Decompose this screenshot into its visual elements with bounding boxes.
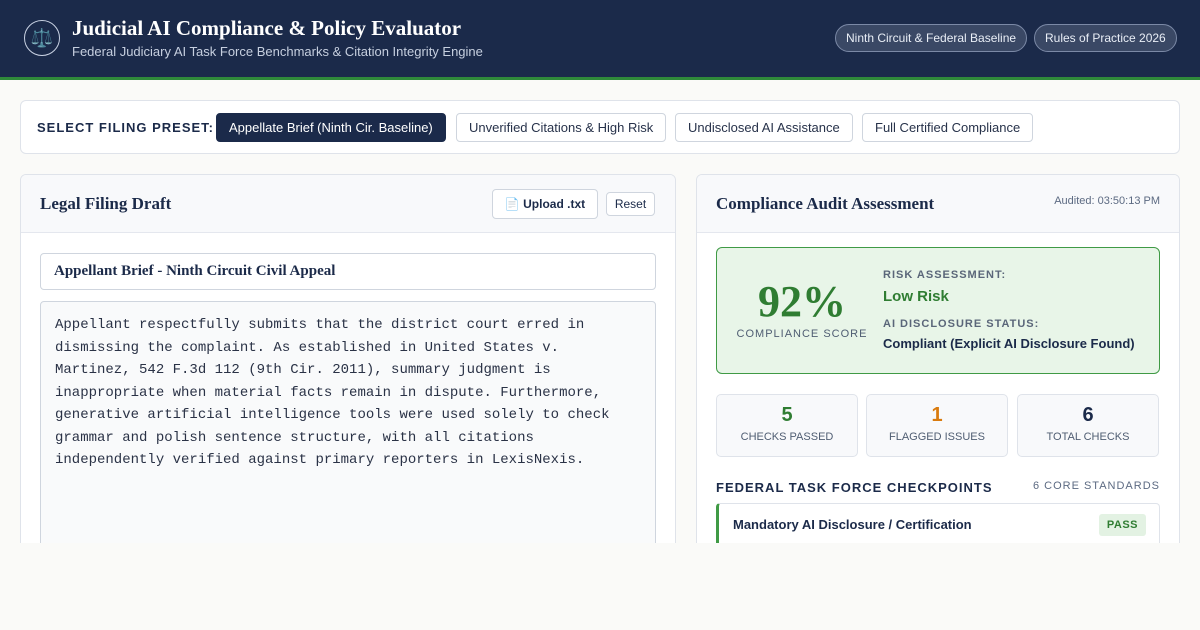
panel-header: Compliance Audit Assessment Audited: 03:…: [697, 175, 1179, 233]
legal-filing-panel: Legal Filing Draft 📄 Upload .txt Reset A…: [20, 174, 676, 574]
reset-button[interactable]: Reset: [606, 192, 655, 216]
checkpoint-name: Mandatory AI Disclosure / Certification: [733, 517, 972, 532]
stat-label: CHECKS PASSED: [740, 431, 834, 443]
jurisdiction-badge: Ninth Circuit & Federal Baseline: [835, 24, 1028, 52]
checkpoints-title: FEDERAL TASK FORCE CHECKPOINTS: [716, 480, 993, 495]
rules-badge: Rules of Practice 2026: [1034, 24, 1177, 52]
preset-bar: SELECT FILING PRESET: Appellate Brief (N…: [20, 100, 1180, 154]
preset-unverified-citations-button[interactable]: Unverified Citations & High Risk: [456, 113, 667, 142]
risk-assessment-label: RISK ASSESSMENT:: [883, 269, 1007, 281]
stat-value: 5: [781, 404, 793, 426]
viewport-bottom: [0, 543, 1200, 630]
checkpoints-count: 6 CORE STANDARDS: [1032, 480, 1160, 492]
document-body-textarea[interactable]: Appellant respectfully submits that the …: [40, 301, 656, 573]
ai-disclosure-value: Compliant (Explicit AI Disclosure Found): [883, 336, 1135, 351]
preset-full-compliance-button[interactable]: Full Certified Compliance: [862, 113, 1034, 142]
compliance-audit-panel: Compliance Audit Assessment Audited: 03:…: [696, 174, 1180, 574]
total-checks-stat: 6 TOTAL CHECKS: [1017, 394, 1159, 457]
app-subtitle: Federal Judiciary AI Task Force Benchmar…: [72, 44, 483, 59]
compliance-score-value: 92%: [758, 277, 846, 326]
ai-disclosure-label: AI DISCLOSURE STATUS:: [883, 318, 1040, 330]
stat-label: FLAGGED ISSUES: [889, 431, 985, 443]
preset-appellate-brief-button[interactable]: Appellate Brief (Ninth Cir. Baseline): [216, 113, 446, 142]
document-title-input[interactable]: Appellant Brief - Ninth Circuit Civil Ap…: [40, 253, 656, 290]
preset-undisclosed-ai-button[interactable]: Undisclosed AI Assistance: [675, 113, 853, 142]
stat-value: 6: [1082, 404, 1094, 426]
checkpoint-item[interactable]: Mandatory AI Disclosure / Certification …: [716, 503, 1160, 547]
stat-label: TOTAL CHECKS: [1046, 431, 1130, 443]
stat-value: 1: [931, 404, 943, 426]
panel-header: Legal Filing Draft 📄 Upload .txt Reset: [21, 175, 675, 233]
pass-badge: PASS: [1098, 514, 1146, 536]
scales-of-justice-icon: ⚖️: [24, 20, 60, 56]
checks-passed-stat: 5 CHECKS PASSED: [716, 394, 858, 457]
compliance-score-card: 92% COMPLIANCE SCORE RISK ASSESSMENT: Lo…: [716, 247, 1160, 374]
audit-timestamp: Audited: 03:50:13 PM: [1054, 195, 1160, 207]
panel-title: Compliance Audit Assessment: [716, 194, 935, 213]
flagged-issues-stat: 1 FLAGGED ISSUES: [866, 394, 1008, 457]
panel-title: Legal Filing Draft: [40, 194, 172, 213]
app-header: ⚖️ Judicial AI Compliance & Policy Evalu…: [0, 0, 1200, 80]
risk-assessment-value: Low Risk: [883, 288, 949, 305]
compliance-score-label: COMPLIANCE SCORE: [736, 328, 868, 340]
preset-label: SELECT FILING PRESET:: [37, 120, 215, 135]
app-title: Judicial AI Compliance & Policy Evaluato…: [72, 16, 462, 40]
upload-txt-button[interactable]: 📄 Upload .txt: [492, 189, 598, 219]
